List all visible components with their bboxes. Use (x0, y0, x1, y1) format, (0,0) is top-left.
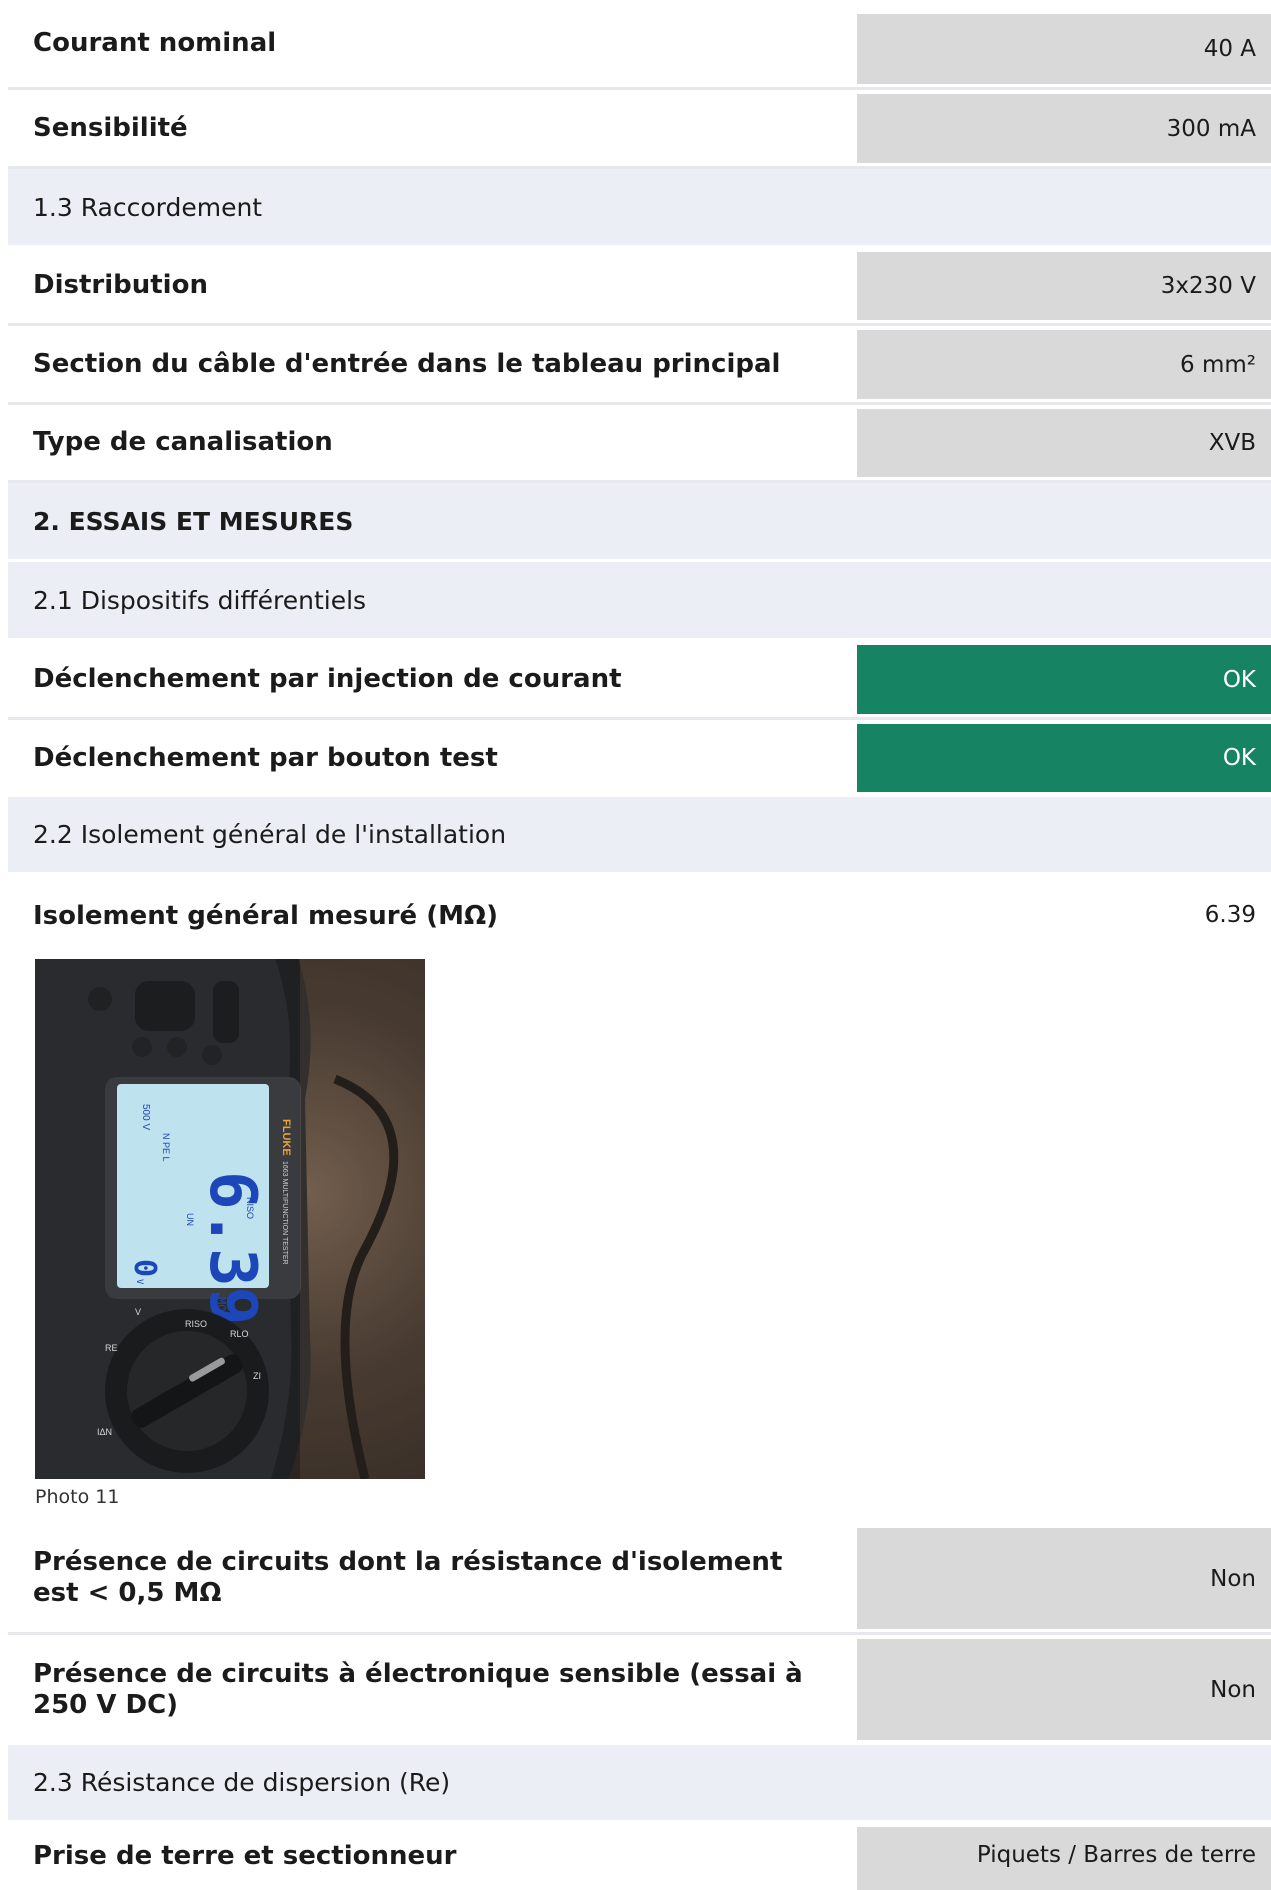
row-label: Déclenchement par bouton test (33, 743, 498, 773)
row-section-cable: Section du câble d'entrée dans le tablea… (8, 326, 1271, 405)
row-value: Non (857, 1528, 1271, 1629)
row-value: Piquets / Barres de terre (857, 1827, 1271, 1890)
section-header-resistance: 2.3 Résistance de dispersion (Re) (8, 1745, 1271, 1820)
model-text: 1663 MULTIFUNCTION TESTER (281, 1161, 288, 1265)
section-header-raccordement: 1.3 Raccordement (8, 169, 1271, 245)
photo-multimeter: FLUKE 1663 MULTIFUNCTION TESTER 6.39 MΩ … (35, 959, 425, 1479)
row-label: Distribution (33, 270, 208, 300)
row-label: Isolement général mesuré (MΩ) (33, 901, 498, 931)
row-sensibilite: Sensibilité 300 mA (8, 90, 1271, 169)
section-header-isolement: 2.2 Isolement général de l'installation (8, 797, 1271, 872)
row-label: Courant nominal (33, 28, 277, 58)
lcd-range-label: RISO (245, 1197, 255, 1219)
row-value: 3x230 V (857, 252, 1271, 320)
row-value: Non (857, 1639, 1271, 1740)
row-label: Section du câble d'entrée dans le tablea… (33, 348, 781, 379)
dial-label: RE (105, 1343, 118, 1353)
row-distribution: Distribution 3x230 V (8, 248, 1271, 326)
row-label: Sensibilité (33, 112, 188, 143)
lcd-residual: 0 (127, 1259, 162, 1277)
row-declenchement-injection: Déclenchement par injection de courant O… (8, 641, 1271, 720)
row-type-canalisation: Type de canalisation XVB (8, 405, 1271, 483)
row-label: Présence de circuits à électronique sens… (33, 1659, 803, 1720)
dial-label: V (135, 1307, 141, 1317)
dial-label: RISO (185, 1319, 207, 1329)
row-value: 300 mA (857, 94, 1271, 163)
status-badge-ok: OK (857, 724, 1271, 792)
lcd-phases: N PE L (161, 1133, 171, 1162)
row-circuits-electronique: Présence de circuits à électronique sens… (8, 1635, 1271, 1745)
dial-label: IΔN (97, 1427, 112, 1437)
dial-label: RLO (230, 1329, 249, 1339)
row-label: Type de canalisation (33, 427, 333, 457)
photo-caption: Photo 11 (35, 1486, 120, 1508)
row-label: Présence de circuits dont la résistance … (33, 1547, 783, 1608)
section-header-essais: 2. ESSAIS ET MESURES (8, 483, 1271, 559)
brand-text: FLUKE (280, 1119, 292, 1156)
row-courant-nominal: Courant nominal 40 A (8, 0, 1271, 90)
row-isolement-mesure: Isolement général mesuré (MΩ) 6.39 (8, 875, 1271, 959)
section-header-differentiels: 2.1 Dispositifs différentiels (8, 562, 1271, 638)
lcd-residual-unit: V (134, 1279, 144, 1285)
row-label: Prise de terre et sectionneur (33, 1841, 457, 1871)
row-value: 6.39 (1204, 902, 1256, 928)
row-circuits-isolement: Présence de circuits dont la résistance … (8, 1524, 1271, 1635)
dial-label: ZI (253, 1371, 261, 1381)
row-value: 40 A (857, 14, 1271, 84)
lcd-reading: 6.39 (195, 1171, 269, 1325)
row-declenchement-bouton: Déclenchement par bouton test OK (8, 720, 1271, 797)
lcd-unit: MΩ (214, 1297, 228, 1311)
lcd-un-label: UN (185, 1213, 195, 1226)
multimeter-illustration: FLUKE 1663 MULTIFUNCTION TESTER 6.39 MΩ … (35, 959, 425, 1479)
row-value: XVB (857, 409, 1271, 477)
status-badge-ok: OK (857, 645, 1271, 714)
row-label: Déclenchement par injection de courant (33, 663, 622, 694)
lcd-voltage: 500 V (140, 1104, 151, 1130)
row-prise-de-terre: Prise de terre et sectionneur Piquets / … (8, 1823, 1271, 1890)
row-value: 6 mm² (857, 330, 1271, 399)
